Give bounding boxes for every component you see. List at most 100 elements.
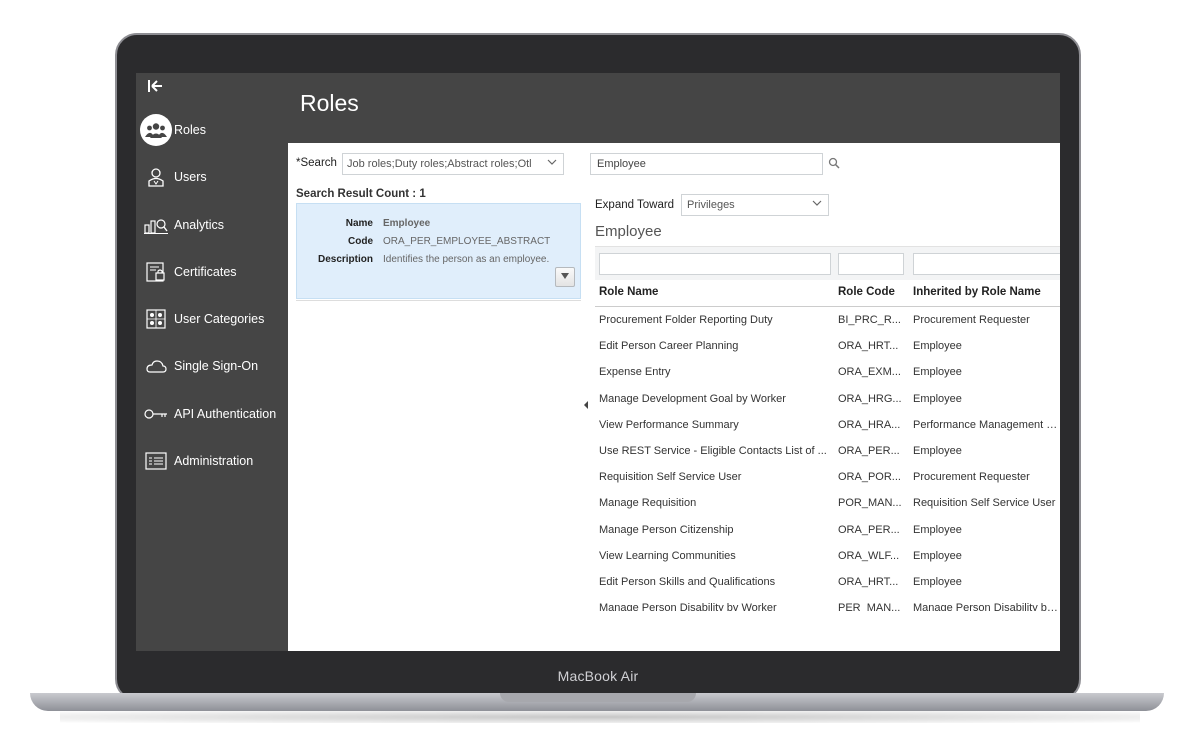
cell-role-code: ORA_EXM... (838, 366, 901, 379)
table-row[interactable]: Edit Person Career Planning ORA_HRT... Emp… (595, 333, 1060, 359)
cell-inherited: Employee (913, 340, 962, 353)
cell-role-name: View Learning Communities (599, 549, 736, 562)
expand-toward-select[interactable]: Privileges (681, 194, 829, 216)
sidebar-item-administration[interactable]: Administration (136, 443, 288, 479)
cell-role-code: POR_MAN... (838, 497, 902, 510)
cell-role-name: Procurement Folder Reporting Duty (599, 314, 773, 326)
cell-inherited: Requisition Self Service User (913, 497, 1056, 510)
cell-role-code: ORA_HRA... (838, 418, 901, 431)
filter-role-code-input[interactable] (838, 253, 904, 275)
sidebar-item-label: API Authentication (174, 407, 277, 421)
cell-role-code: ORA_PER... (838, 523, 900, 536)
role-type-select[interactable]: Job roles;Duty roles;Abstract roles;Otl (342, 153, 564, 175)
column-header-role-code[interactable]: Role Code (838, 286, 895, 298)
result-code-label: Code (348, 236, 373, 247)
laptop-hinge-notch (500, 693, 696, 702)
cell-role-code: ORA_POR... (838, 471, 901, 484)
user-icon (138, 167, 174, 187)
expand-toward-label: Expand Toward (595, 199, 675, 211)
cell-role-name: Requisition Self Service User (599, 471, 742, 484)
table-row[interactable]: Procurement Folder Reporting Duty BI_PRC_… (595, 307, 1060, 333)
table-filter-row (595, 246, 1060, 280)
cell-role-name: Use REST Service - Eligible Contacts Lis… (599, 444, 827, 457)
hierarchy-title: Employee (595, 223, 662, 240)
cell-inherited: Procurement Requester (913, 314, 1030, 326)
chevron-down-icon (812, 198, 822, 210)
filter-inherited-input[interactable] (913, 253, 1060, 275)
table-row[interactable]: Use REST Service - Eligible Contacts Lis… (595, 438, 1060, 464)
sidebar-item-user-categories[interactable]: User Categories (136, 301, 288, 337)
search-result-count: Search Result Count : 1 (296, 188, 426, 200)
sidebar-item-roles[interactable]: Roles (136, 112, 288, 148)
search-label-text: Search (300, 157, 337, 169)
cell-inherited: Employee (913, 392, 962, 405)
sidebar-item-api-authentication[interactable]: API Authentication (136, 396, 288, 432)
analytics-icon (138, 216, 174, 234)
cloud-icon (138, 359, 174, 373)
expand-toward-value: Privileges (687, 199, 735, 211)
page-header: Roles (288, 73, 1060, 143)
cell-role-name: Manage Requisition (599, 497, 697, 510)
result-description-label: Description (317, 254, 373, 265)
device-brand: MacBook Air (557, 668, 639, 684)
sidebar-item-label: Administration (174, 454, 254, 468)
cell-role-name: Manage Person Disability by Worker (599, 602, 777, 611)
cell-role-name: Manage Person Citizenship (599, 523, 734, 536)
cell-role-code: ORA_HRT... (838, 575, 899, 588)
result-description-value: Identifies the person as an employee. (383, 254, 550, 265)
role-search-input[interactable]: Employee (590, 153, 823, 175)
table-row[interactable]: Edit Person Skills and Qualifications ORA… (595, 569, 1060, 595)
table-row[interactable]: View Performance Summary ORA_HRA... Perfor… (595, 412, 1060, 438)
cell-role-code: ORA_HRT... (838, 340, 899, 353)
user-categories-icon (138, 309, 174, 329)
pane-divider (296, 300, 581, 301)
table-row[interactable]: Manage Development Goal by Worker ORA_HRG… (595, 386, 1060, 412)
result-name-value: Employee (383, 218, 431, 229)
cell-inherited: Employee (913, 575, 962, 588)
search-icon[interactable] (828, 157, 840, 172)
chevron-down-icon (547, 157, 557, 169)
main-content: *Search Job roles;Duty roles;Abstract ro… (288, 143, 1060, 651)
cell-role-name: Edit Person Skills and Qualifications (599, 575, 776, 588)
expand-card-button[interactable] (555, 267, 575, 287)
cell-role-code: PER_MAN... (838, 602, 901, 611)
cell-inherited: Employee (913, 444, 962, 457)
cell-inherited: Manage Person Disability by ... (913, 602, 1060, 611)
page-title: Roles (300, 90, 359, 116)
cell-inherited: Performance Management W... (913, 418, 1060, 431)
splitter-collapse-icon[interactable] (583, 398, 589, 416)
sidebar-item-label: Roles (174, 123, 206, 137)
cell-role-code: BI_PRC_R... (838, 314, 901, 326)
key-icon (138, 408, 174, 420)
role-type-select-value: Job roles;Duty roles;Abstract roles;Otl (347, 158, 532, 170)
table-row[interactable]: Manage Person Disability by Worker PER_MA… (595, 595, 1060, 611)
sidebar-item-label: Analytics (174, 218, 225, 232)
search-label: *Search (296, 157, 337, 169)
sidebar-item-label: Users (174, 170, 207, 184)
filter-role-name-input[interactable] (599, 253, 831, 275)
sidebar-item-single-sign-on[interactable]: Single Sign-On (136, 348, 288, 384)
roles-table-body: Procurement Folder Reporting Duty BI_PRC_… (595, 307, 1060, 611)
sidebar-item-certificates[interactable]: Certificates (136, 254, 288, 290)
laptop-shadow (60, 711, 1140, 723)
table-row[interactable]: Manage Requisition POR_MAN... Requisition … (595, 490, 1060, 516)
list-icon (138, 452, 174, 470)
table-row[interactable]: Requisition Self Service User ORA_POR... P… (595, 464, 1060, 490)
cell-role-name: Expense Entry (599, 366, 671, 379)
triangle-down-icon (561, 273, 569, 279)
table-row[interactable]: Manage Person Citizenship ORA_PER... Emplo… (595, 517, 1060, 543)
cell-inherited: Procurement Requester (913, 471, 1030, 484)
search-result-card[interactable]: Name Employee Code ORA_PER_EMPLOYEE_ABST… (296, 203, 581, 299)
column-header-role-name[interactable]: Role Name (599, 286, 658, 298)
table-row[interactable]: View Learning Communities ORA_WLF... Emplo… (595, 543, 1060, 569)
cell-inherited: Employee (913, 549, 962, 562)
cell-role-name: Edit Person Career Planning (599, 340, 739, 353)
collapse-left-icon[interactable] (148, 79, 162, 96)
sidebar-item-users[interactable]: Users (136, 159, 288, 195)
column-header-inherited[interactable]: Inherited by Role Name (913, 286, 1041, 298)
sidebar-item-analytics[interactable]: Analytics (136, 207, 288, 243)
screen: Roles Users Analytics Certificates User (136, 73, 1060, 651)
table-row[interactable]: Expense Entry ORA_EXM... Employee (595, 359, 1060, 385)
result-code-value: ORA_PER_EMPLOYEE_ABSTRACT (383, 236, 551, 247)
cell-inherited: Employee (913, 523, 962, 536)
